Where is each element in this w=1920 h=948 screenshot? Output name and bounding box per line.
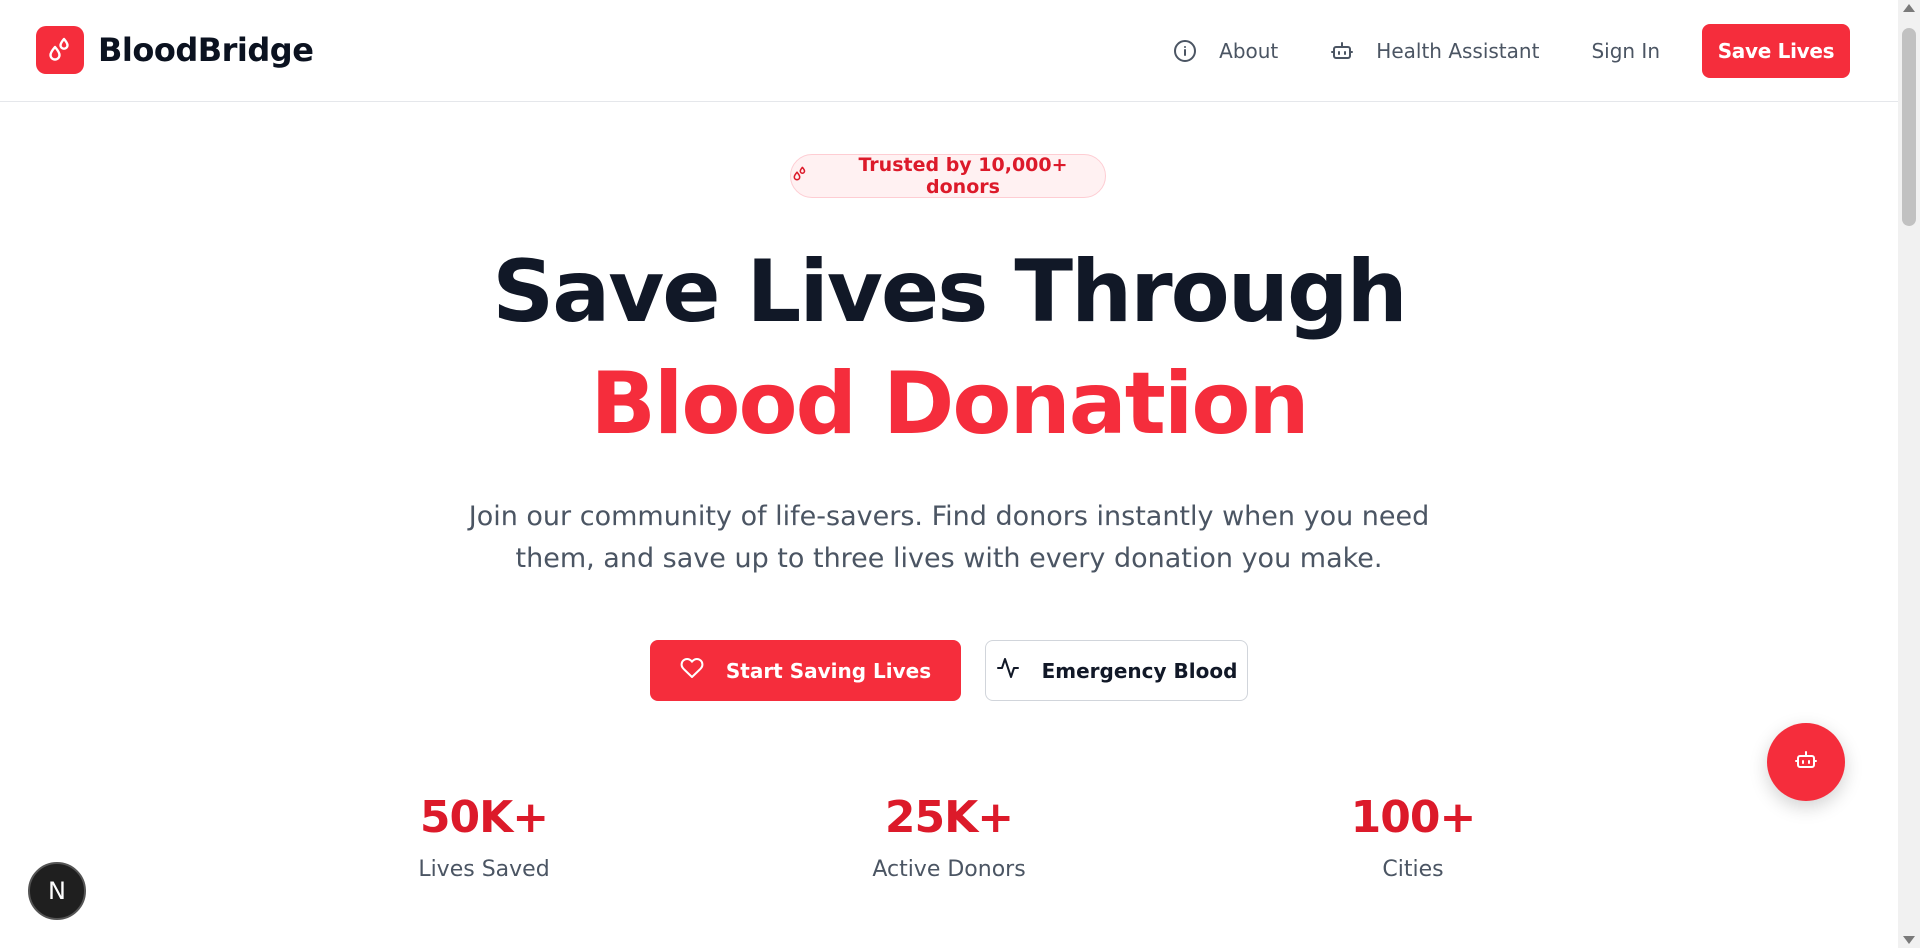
- start-saving-lives-button[interactable]: Start Saving Lives: [650, 640, 961, 701]
- nav-item-health-assistant[interactable]: Health Assistant: [1330, 39, 1539, 63]
- activity-pulse-icon: [996, 656, 1020, 685]
- stat-label: Active Donors: [872, 857, 1026, 882]
- blood-drops-icon: [36, 26, 84, 74]
- stat-lives-saved: 50K+ Lives Saved: [334, 792, 634, 882]
- stat-value: 25K+: [884, 792, 1014, 843]
- nextjs-logo-icon: N: [48, 877, 66, 905]
- hero-subtitle-line-2: them, and save up to three lives with ev…: [515, 543, 1383, 574]
- stat-label: Lives Saved: [418, 857, 550, 882]
- nav-item-health-assistant-label: Health Assistant: [1376, 39, 1540, 63]
- stat-value: 50K+: [419, 792, 549, 843]
- heart-icon: [680, 656, 704, 685]
- blood-drops-icon: [791, 165, 809, 188]
- nextjs-dev-badge[interactable]: N: [28, 862, 86, 920]
- trust-badge-label: Trusted by 10,000+ donors: [858, 154, 1068, 198]
- sign-in-link[interactable]: Sign In: [1591, 39, 1660, 63]
- health-assistant-fab[interactable]: [1767, 723, 1845, 801]
- nav-item-about[interactable]: About: [1173, 39, 1278, 63]
- site-header: BloodBridge About Health Assistant Sign …: [0, 0, 1898, 102]
- scroll-down-arrow-icon[interactable]: [1903, 936, 1915, 944]
- hero-title-line-2: Blood Donation: [590, 354, 1309, 454]
- stat-label: Cities: [1382, 857, 1444, 882]
- brand-name: BloodBridge: [98, 31, 314, 69]
- emergency-blood-label: Emergency Blood: [1041, 658, 1238, 683]
- start-saving-lives-label: Start Saving Lives: [725, 658, 932, 683]
- page-scrollbar[interactable]: [1898, 0, 1920, 948]
- info-icon: [1173, 39, 1197, 63]
- hero-title-line-1: Save Lives Through: [492, 242, 1408, 342]
- brand-logo-link[interactable]: BloodBridge: [36, 26, 314, 74]
- stat-cities: 100+ Cities: [1263, 792, 1563, 882]
- main-nav: About Health Assistant Sign In Save Live…: [1173, 24, 1850, 78]
- robot-icon: [1794, 748, 1818, 776]
- trust-badge: Trusted by 10,000+ donors: [790, 154, 1106, 198]
- save-lives-button[interactable]: Save Lives: [1702, 24, 1850, 78]
- emergency-blood-button[interactable]: Emergency Blood: [985, 640, 1248, 701]
- scroll-thumb[interactable]: [1902, 28, 1916, 226]
- hero-subtitle: Join our community of life-savers. Find …: [449, 496, 1449, 580]
- scroll-up-arrow-icon[interactable]: [1903, 4, 1915, 12]
- stat-active-donors: 25K+ Active Donors: [799, 792, 1099, 882]
- stat-value: 100+: [1350, 792, 1477, 843]
- nav-item-about-label: About: [1219, 39, 1279, 63]
- hero-subtitle-line-1: Join our community of life-savers. Find …: [468, 501, 1430, 532]
- robot-icon: [1330, 39, 1354, 63]
